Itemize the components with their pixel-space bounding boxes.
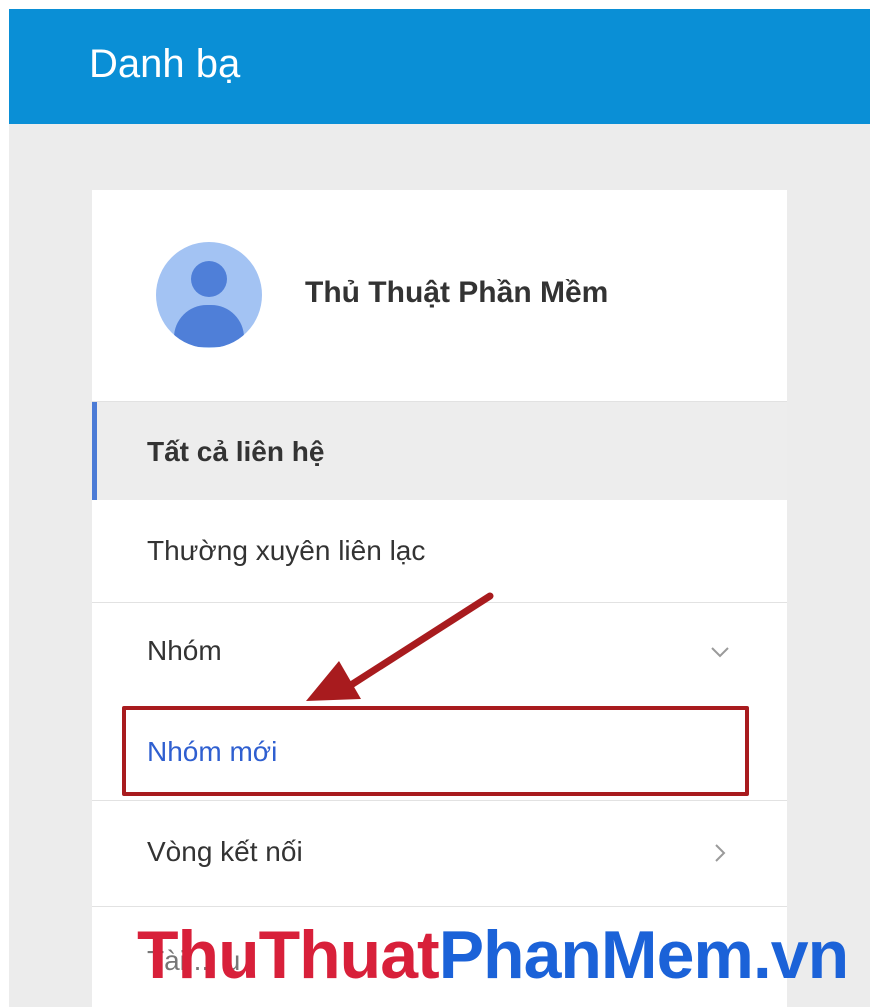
chevron-down-icon[interactable] [709, 641, 731, 663]
page-title: Danh bạ [89, 42, 241, 86]
sidebar-item-all-contacts[interactable]: Tất cả liên hệ [92, 402, 787, 500]
sidebar-item-label: Thường xuyên liên lạc [147, 535, 426, 566]
watermark-part-1: ThuThuat [137, 917, 440, 993]
sidebar-panel: Thủ Thuật Phần Mềm Tất cả liên hệ Thường… [92, 190, 787, 1007]
sidebar-item-circles[interactable]: Vòng kết nối [92, 801, 787, 907]
profile-section: Thủ Thuật Phần Mềm [92, 190, 787, 402]
sidebar-item-groups[interactable]: Nhóm [92, 603, 787, 703]
sidebar-item-label: Tất cả liên hệ [147, 436, 325, 467]
profile-name: Thủ Thuật Phần Mềm [305, 276, 609, 309]
sidebar-item-label: Nhóm [147, 635, 222, 666]
annotation-highlight-box [122, 706, 749, 796]
contacts-screen: Danh bạ Thủ Thuật Phần Mềm Tất cả liên h… [9, 9, 870, 1007]
app-header: Danh bạ [9, 9, 870, 124]
person-avatar-icon[interactable] [156, 242, 262, 348]
avatar-head [191, 261, 227, 297]
chevron-right-icon[interactable] [709, 842, 731, 864]
watermark-part-2: PhanMem.vn [438, 917, 849, 993]
sidebar-item-label: Vòng kết nối [147, 836, 303, 867]
avatar-body [174, 305, 244, 347]
watermark: ThuThuatPhanMem.vn [137, 916, 849, 994]
sidebar-item-frequent[interactable]: Thường xuyên liên lạc [92, 501, 787, 603]
